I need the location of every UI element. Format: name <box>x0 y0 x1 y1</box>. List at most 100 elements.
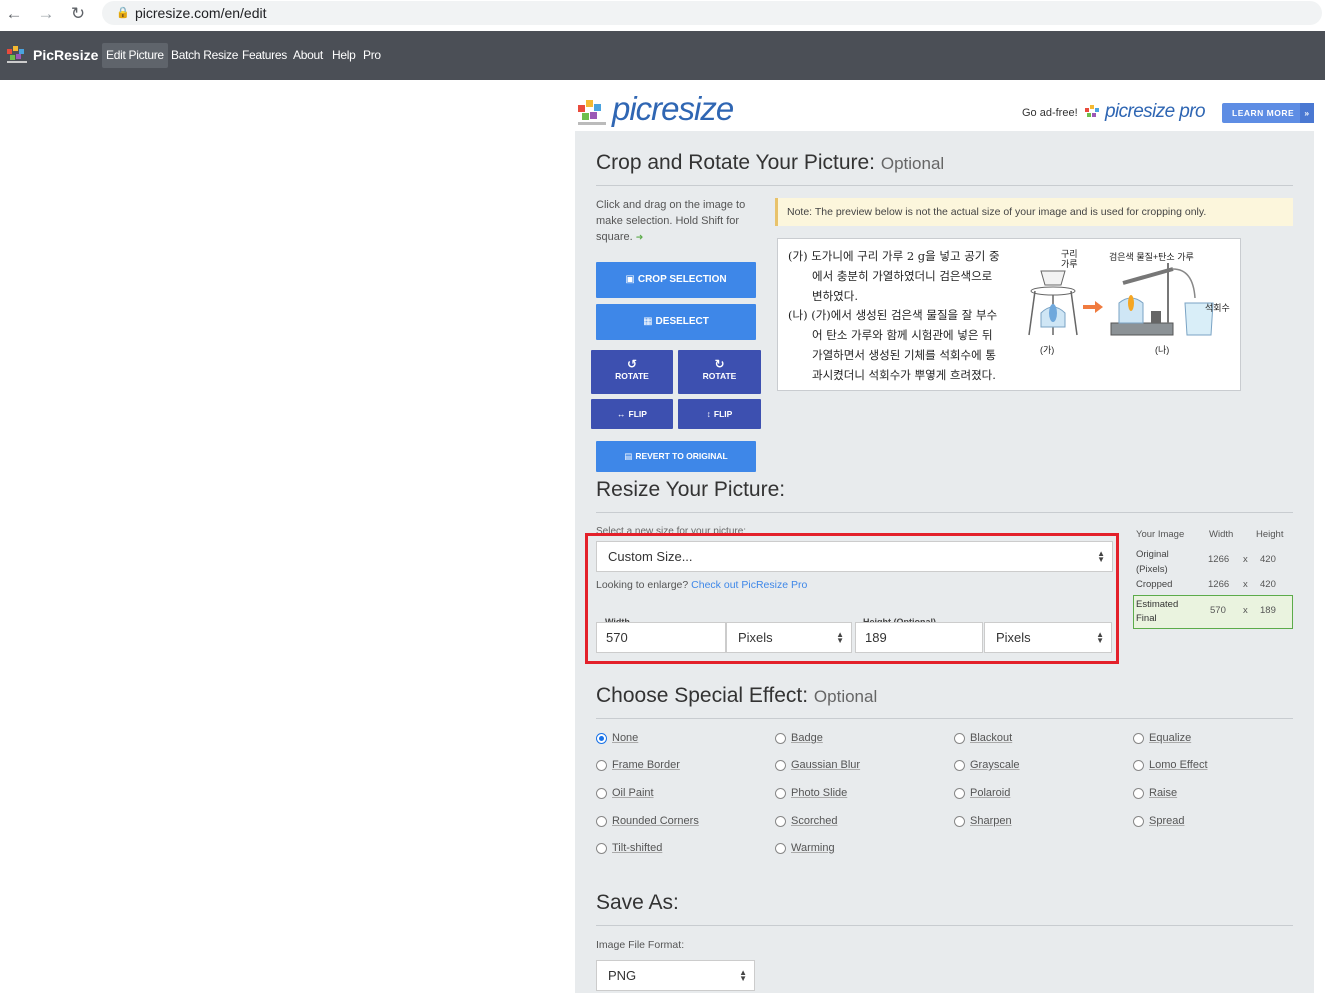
nav-help[interactable]: Help <box>328 43 359 68</box>
flip-vertical-label: FLIP <box>713 409 733 419</box>
effect-label: Raise <box>1149 787 1178 799</box>
crop-preview-image[interactable]: (가) 도가니에 구리 가루 2 g을 넣고 공기 중 에서 충분히 가열하였더… <box>777 238 1241 391</box>
radio-icon <box>596 816 607 827</box>
preview-line: 가열하면서 생성된 기체를 석회수에 통 <box>812 347 996 362</box>
lock-icon: 🔒 <box>116 7 130 19</box>
radio-icon <box>775 733 786 744</box>
radio-icon <box>596 733 607 744</box>
radio-icon <box>596 760 607 771</box>
effect-label: Frame Border <box>612 759 680 771</box>
learn-more-label: LEARN MORE <box>1232 108 1295 118</box>
preview-line: (가) 도가니에 구리 가루 2 g을 넣고 공기 중 <box>788 249 1000 263</box>
effect-label: Photo Slide <box>791 787 848 799</box>
select-caret-icon: ▲ ▼ <box>739 967 747 983</box>
flip-vertical-icon: ↕ <box>706 409 711 419</box>
radio-icon <box>954 733 965 744</box>
file-format-value: PNG <box>608 968 637 983</box>
radio-icon <box>1133 788 1144 799</box>
flip-horizontal-label: FLIP <box>628 409 647 419</box>
radio-icon <box>596 843 607 854</box>
radio-icon <box>1133 760 1144 771</box>
radio-icon <box>954 788 965 799</box>
preview-line: 변하였다. <box>812 288 858 303</box>
effect-label: Spread <box>1149 815 1185 827</box>
radio-icon <box>1133 816 1144 827</box>
nav-batch-resize[interactable]: Batch Resize <box>167 43 242 68</box>
nav-about[interactable]: About <box>289 43 327 68</box>
effect-label: Blackout <box>970 732 1013 744</box>
rotate-right-button[interactable]: ↻ ROTATE <box>678 350 761 394</box>
picresize-logo-icon <box>7 46 27 63</box>
crop-heading: Crop and Rotate Your Picture: Optional <box>596 151 944 175</box>
header-logo-row: picresize Go ad-free! picresize pro LEAR… <box>575 90 1320 132</box>
nav-features[interactable]: Features <box>238 43 291 68</box>
row-width: 570 <box>1210 605 1226 616</box>
picresize-logo-text: picresize <box>612 90 734 127</box>
revert-to-original-button[interactable]: ▤ REVERT TO ORIGINAL <box>596 441 756 472</box>
rotate-left-icon: ↺ <box>626 357 638 371</box>
preview-line: 과시켰더니 석회수가 뿌옇게 흐려졌다. <box>812 367 996 382</box>
rotate-left-button[interactable]: ↺ ROTATE <box>591 350 673 394</box>
crop-selection-label: CROP SELECTION <box>637 274 727 285</box>
effects-title: Choose Special Effect: <box>596 684 809 707</box>
row-label: Original (Pixels) <box>1136 549 1169 575</box>
deselect-button[interactable]: ▦ DESELECT <box>596 304 756 340</box>
save-heading: Save As: <box>596 891 679 914</box>
preview-line: 에서 충분히 가열하였더니 검은색으로 <box>812 268 993 283</box>
file-format-select[interactable]: PNG ▲ ▼ <box>596 960 755 991</box>
flip-horizontal-button[interactable]: ↔ FLIP <box>591 399 673 429</box>
divider <box>596 512 1293 513</box>
row-x: x <box>1243 605 1248 616</box>
resize-heading: Resize Your Picture: <box>596 478 786 501</box>
browser-toolbar: ← → ↻ 🔒 picresize.com/en/edit <box>0 0 1325 28</box>
nav-edit-picture[interactable]: Edit Picture <box>102 43 168 68</box>
effects-heading: Choose Special Effect: Optional <box>596 684 877 708</box>
flip-vertical-button[interactable]: ↕ FLIP <box>678 399 761 429</box>
rotate-left-label: ROTATE <box>615 371 649 381</box>
effect-label: Badge <box>791 732 823 744</box>
nav-pro[interactable]: Pro <box>359 43 385 68</box>
divider <box>596 718 1293 719</box>
crop-optional-label: Optional <box>880 154 945 173</box>
radio-icon <box>775 788 786 799</box>
effect-label: Tilt-shifted <box>612 842 663 854</box>
learn-more-button[interactable]: LEARN MORE » <box>1222 103 1314 123</box>
file-format-label: Image File Format: <box>596 939 685 951</box>
row-width: 1266 <box>1208 579 1230 590</box>
crop-help-text: Click and drag on the image to make sele… <box>596 197 746 245</box>
rotate-right-label: ROTATE <box>702 371 737 381</box>
effect-label: Rounded Corners <box>612 815 699 827</box>
effect-label: Equalize <box>1149 732 1192 744</box>
site-navbar: PicResize Edit Picture Batch Resize Feat… <box>0 31 1325 80</box>
label-ga: (가) <box>1040 345 1055 355</box>
row-label: Estimated Final <box>1136 599 1179 624</box>
url-text: picresize.com/en/edit <box>135 5 267 21</box>
image-icon: ▤ <box>624 451 633 461</box>
label-black-substance: 검은색 물질+탄소 가루 <box>1109 252 1194 262</box>
effects-optional-label: Optional <box>813 687 878 706</box>
radio-icon <box>775 816 786 827</box>
effect-label: Oil Paint <box>612 787 654 799</box>
effect-label: Sharpen <box>970 815 1012 827</box>
effect-label: Scorched <box>791 815 838 827</box>
crop-selection-button[interactable]: ▣ CROP SELECTION <box>596 262 756 298</box>
radio-icon <box>954 760 965 771</box>
row-x: x <box>1243 579 1248 590</box>
address-bar[interactable]: 🔒 picresize.com/en/edit <box>102 1 1322 25</box>
radio-icon <box>775 843 786 854</box>
col-height: Height <box>1256 529 1284 540</box>
back-arrow-icon[interactable]: ← <box>4 4 24 24</box>
col-width: Width <box>1209 529 1234 540</box>
effect-label: Lomo Effect <box>1149 759 1208 771</box>
radio-icon <box>954 816 965 827</box>
effect-label: Polaroid <box>970 787 1011 799</box>
preview-line: (나) (가)에서 생성된 검은색 물질을 잘 부수 <box>788 308 998 323</box>
forward-arrow-icon[interactable]: → <box>36 4 56 24</box>
highlight-box <box>585 533 1119 664</box>
preview-korean-text: (가) 도가니에 구리 가루 2 g을 넣고 공기 중 에서 충분히 가열하였더… <box>788 247 1018 386</box>
picresize-logo-icon <box>578 100 606 125</box>
reload-icon[interactable]: ↻ <box>68 4 88 24</box>
row-height: 420 <box>1260 554 1276 565</box>
row-label: Cropped <box>1136 579 1173 590</box>
divider <box>596 185 1293 186</box>
